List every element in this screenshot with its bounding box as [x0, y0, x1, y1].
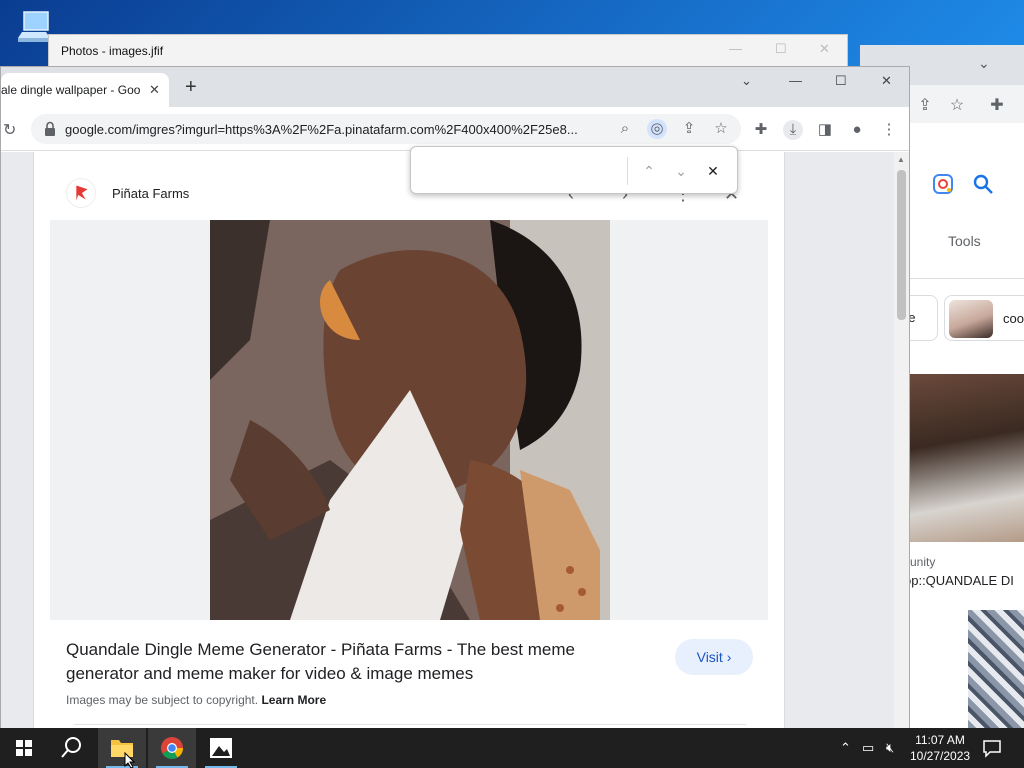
image-frame — [50, 220, 768, 620]
maximize-icon[interactable]: ☐ — [775, 41, 787, 57]
search-icon[interactable] — [972, 173, 994, 195]
image-preview-panel: Piñata Farms ‹ › ⋮ ✕ Quandale Dingle Mem… — [33, 152, 785, 729]
tools-button[interactable]: Tools — [948, 233, 981, 249]
taskbar-photos[interactable] — [197, 728, 245, 768]
star-icon[interactable]: ☆ — [948, 97, 966, 115]
scroll-up-icon[interactable]: ▲ — [897, 155, 905, 164]
chip-thumbnail — [949, 300, 993, 338]
pinata-farms-logo — [66, 178, 96, 208]
lock-icon[interactable] — [43, 121, 57, 137]
show-hidden-icons[interactable]: ⌃ — [840, 740, 851, 756]
clock-date: 10/27/2023 — [910, 749, 971, 763]
address-bar[interactable]: google.com/imgres?imgurl=https%3A%2F%2Fa… — [31, 114, 741, 144]
copyright-notice: Images may be subject to copyright. Lear… — [66, 693, 326, 707]
mouse-cursor-icon — [124, 752, 136, 768]
learn-more-link[interactable]: Learn More — [261, 693, 326, 707]
network-icon[interactable]: ▭ — [862, 740, 874, 756]
chrome-icon — [161, 737, 183, 759]
page-viewport: Piñata Farms ‹ › ⋮ ✕ Quandale Dingle Mem… — [1, 152, 909, 729]
windows-icon — [16, 740, 32, 756]
url-text[interactable]: google.com/imgres?imgurl=https%3A%2F%2Fa… — [65, 122, 605, 137]
close-icon[interactable]: ✕ — [819, 41, 830, 57]
clock-time: 11:07 AM — [915, 733, 965, 747]
window-title: Photos - images.jfif — [61, 44, 164, 58]
chip-label: coo — [1003, 311, 1024, 326]
download-icon[interactable]: ⤓ — [783, 120, 803, 140]
share-icon[interactable]: ⇪ — [679, 119, 699, 139]
tab-title: ale dingle wallpaper - Goo — [1, 83, 141, 97]
result-thumbnail[interactable] — [968, 610, 1024, 728]
bookmark-star-icon[interactable]: ☆ — [711, 119, 731, 139]
side-panel-icon[interactable]: ◨ — [815, 120, 835, 140]
result-thumbnail[interactable] — [910, 374, 1024, 542]
scrollbar-thumb[interactable] — [897, 170, 906, 320]
extensions-icon[interactable]: ✚ — [751, 120, 771, 140]
divider — [627, 157, 628, 185]
menu-icon[interactable]: ⋮ — [879, 120, 899, 140]
volume-muted-icon[interactable]: 🔇︎ — [886, 740, 894, 756]
clock[interactable]: 11:07 AM 10/27/2023 — [910, 732, 970, 764]
new-tab-button[interactable]: + — [185, 77, 197, 97]
reload-icon[interactable]: ↻ — [3, 120, 16, 140]
tab-strip: ale dingle wallpaper - Goo ✕ + ⌄ — ☐ ✕ — [1, 67, 909, 107]
folder-icon — [111, 740, 133, 757]
copyright-text: Images may be subject to copyright. — [66, 693, 259, 707]
chevron-down-icon[interactable]: ⌄ — [978, 55, 990, 72]
minimize-icon[interactable]: — — [729, 41, 742, 56]
find-next-icon[interactable]: ⌄ — [669, 159, 693, 183]
lens-search-icon[interactable]: ◎ — [647, 119, 667, 139]
maximize-icon[interactable]: ☐ — [835, 73, 847, 89]
find-close-icon[interactable]: ✕ — [701, 159, 725, 183]
result-title-link[interactable]: Quandale Dingle Meme Generator - Piñata … — [66, 638, 626, 686]
notification-icon[interactable] — [982, 738, 1002, 758]
zoom-icon[interactable]: ⌕ — [615, 119, 635, 139]
suggestion-chip[interactable]: coo — [944, 295, 1024, 341]
chevron-right-icon: › — [726, 649, 732, 665]
google-lens-icon[interactable] — [932, 173, 954, 195]
divider — [910, 278, 1024, 279]
visit-button-label: Visit — [696, 649, 723, 665]
profile-icon[interactable]: ● — [847, 120, 867, 140]
visit-button[interactable]: Visit › — [675, 639, 753, 675]
source-name[interactable]: Piñata Farms — [112, 186, 189, 201]
tab-google-images[interactable]: ale dingle wallpaper - Goo ✕ — [1, 73, 169, 107]
share-icon[interactable]: ⇪ — [916, 97, 934, 115]
result-source: unity — [910, 555, 936, 569]
browser-toolbar: ↻ google.com/imgres?imgurl=https%3A%2F%2… — [1, 107, 909, 151]
find-input[interactable] — [421, 157, 621, 185]
taskbar-search-button[interactable] — [48, 728, 96, 768]
result-title[interactable]: op::QUANDALE DI — [904, 573, 1014, 588]
taskbar: ⌃ ▭ 🔇︎ 11:07 AM 10/27/2023 — [0, 728, 1024, 768]
minimize-icon[interactable]: — — [789, 73, 802, 88]
start-button[interactable] — [0, 728, 48, 768]
preview-image[interactable] — [210, 220, 610, 620]
taskbar-chrome[interactable] — [148, 728, 196, 768]
find-previous-icon[interactable]: ⌃ — [637, 159, 661, 183]
extensions-icon[interactable]: ✚ — [988, 97, 1006, 115]
tab-search-icon[interactable]: ⌄ — [741, 73, 752, 89]
close-window-icon[interactable]: ✕ — [881, 73, 892, 89]
find-bar: ⌃ ⌄ ✕ — [410, 146, 738, 194]
close-tab-icon[interactable]: ✕ — [149, 82, 160, 98]
scrollbar[interactable]: ▲ — [894, 152, 909, 729]
taskbar-file-explorer[interactable] — [98, 728, 146, 768]
search-icon — [61, 737, 81, 758]
photos-icon — [210, 738, 232, 758]
